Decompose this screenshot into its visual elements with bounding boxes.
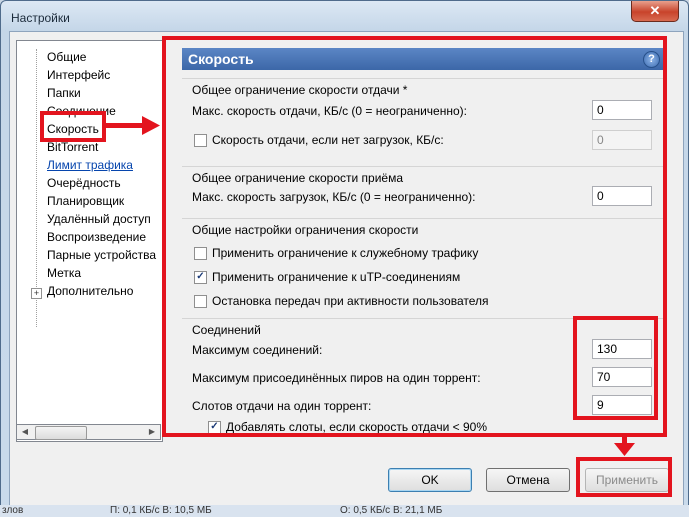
arrow-to-apply [614,437,635,456]
status-left: злов [2,505,24,516]
annotation-arrows [106,116,635,456]
status-bar: злов П: 0,1 КБ/с В: 10,5 МБ О: 0,5 КБ/с … [0,505,689,517]
status-upload: О: 0,5 КБ/с В: 21,1 МБ [340,505,443,516]
arrow-to-panel [106,116,160,135]
status-download: П: 0,1 КБ/с В: 10,5 МБ [110,505,212,516]
